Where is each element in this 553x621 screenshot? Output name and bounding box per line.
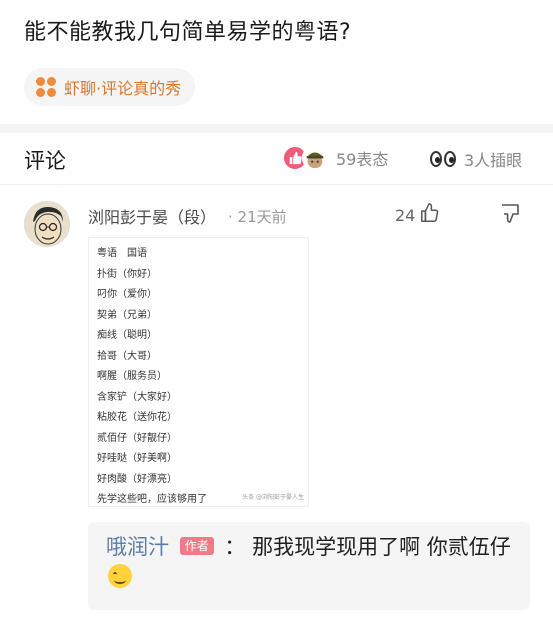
author-badge: 作者: [179, 537, 214, 555]
comment-image[interactable]: 粤语 国语 扑街（你好） 叼你（爱你） 契弟（兄弟） 痴线（聪明） 拾哥（大哥）…: [88, 237, 309, 507]
comments-header: 评论 59表态 3人插眼: [0, 133, 553, 185]
reactions-summary[interactable]: 59表态: [282, 145, 388, 171]
section-divider: [0, 124, 553, 133]
image-row: 粤语 国语: [97, 248, 147, 259]
dislike-button[interactable]: [498, 202, 522, 230]
image-row: 好肉酸（好漂亮）: [97, 473, 177, 485]
reply-line: 哦润汁 作者 ： 那我现学现用了啊 你贰伍仔: [106, 532, 516, 592]
reply-text: 那我现学现用了啊 你贰伍仔: [252, 535, 511, 559]
topic-label: 虾聊·评论真的秀: [64, 79, 182, 98]
like-button[interactable]: 24: [395, 202, 441, 228]
image-row: 痴线（聪明）: [97, 330, 157, 341]
topic-chip[interactable]: 虾聊·评论真的秀: [24, 68, 196, 106]
image-row: 粘胶花（送你花）: [97, 412, 177, 423]
image-row: 扑街（你好）: [97, 268, 157, 280]
eyes-icon: [430, 149, 458, 169]
image-text-list: 粤语 国语 扑街（你好） 叼你（爱你） 契弟（兄弟） 痴线（聪明） 拾哥（大哥）…: [97, 244, 207, 511]
image-row: 啊腥（服务员）: [97, 371, 167, 382]
comment-author[interactable]: 浏阳彭于晏（段）: [88, 204, 216, 228]
comment-meta: 浏阳彭于晏（段） · 21天前: [88, 204, 287, 228]
question-title: 能不能教我几句简单易学的粤语?: [24, 20, 352, 45]
reactions-count: 59表态: [336, 150, 389, 169]
reply-separator: ：: [224, 535, 246, 559]
soldier-emoji-icon: [302, 145, 328, 171]
clover-icon: [36, 77, 56, 97]
thumbs-up-outline-icon: [419, 202, 441, 228]
avatar[interactable]: [24, 201, 70, 247]
smile-emoji-icon: [108, 564, 132, 588]
like-count: 24: [395, 205, 416, 225]
author-reply[interactable]: 哦润汁 作者 ： 那我现学现用了啊 你贰伍仔: [88, 522, 530, 610]
image-row: 好哇哒（好美啊）: [97, 453, 177, 464]
image-row: 叼你（爱你）: [97, 289, 157, 300]
comment-time: · 21天前: [228, 207, 287, 226]
reply-author[interactable]: 哦润汁: [106, 535, 169, 559]
image-row: 契弟（兄弟）: [97, 309, 157, 321]
image-row: 先学这些吧，应该够用了: [97, 494, 207, 505]
image-row: 含家铲（大家好）: [97, 391, 177, 403]
thumbs-down-outline-icon: [498, 204, 522, 230]
image-row: 贰佰仔（好靓仔）: [97, 432, 177, 444]
plus-eye-summary[interactable]: 3人插眼: [430, 147, 522, 171]
comments-title: 评论: [24, 149, 66, 173]
image-watermark: 头条 @浏阳彭于晏人生: [242, 494, 304, 501]
plus-count: 3人插眼: [464, 151, 523, 170]
image-row: 拾哥（大哥）: [97, 350, 157, 362]
